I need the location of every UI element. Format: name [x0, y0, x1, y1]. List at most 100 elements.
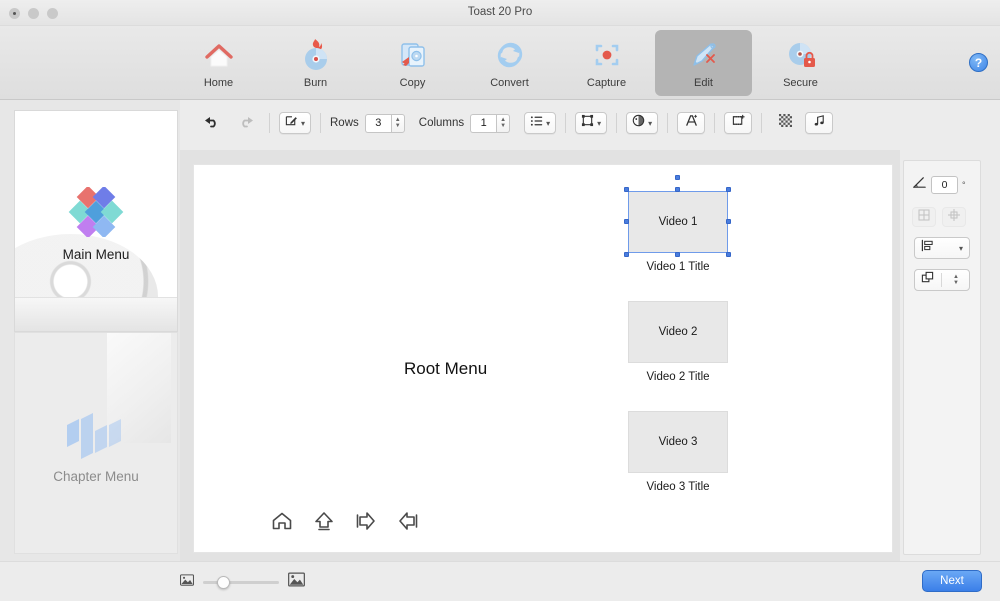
handle-rotation[interactable] — [675, 175, 680, 180]
handle-middle-right[interactable] — [726, 219, 731, 224]
handle-middle-left[interactable] — [624, 219, 629, 224]
edit-icon — [684, 35, 724, 75]
audio-button[interactable] — [805, 112, 833, 134]
toolbar-item-home[interactable]: Home — [170, 30, 267, 96]
video-caption-1[interactable]: Video 1 Title — [628, 261, 728, 273]
columns-stepper-arrows[interactable]: ▲▼ — [496, 114, 510, 133]
next-button[interactable]: Next — [922, 570, 982, 592]
menu-navigation-icons — [270, 509, 422, 535]
help-button[interactable]: ? — [969, 53, 988, 72]
video-item-1[interactable]: Video 1 Video 1 Title — [628, 191, 728, 273]
toolbar-item-capture[interactable]: Capture — [558, 30, 655, 96]
inspector-panel: 0 ° — [903, 160, 981, 555]
undo-button[interactable] — [198, 112, 226, 134]
text-format-icon — [685, 114, 698, 132]
menu-canvas[interactable]: Root Menu Video 1 — [193, 164, 893, 553]
align-dropdown[interactable]: ▾ — [914, 237, 970, 259]
rows-value[interactable]: 3 — [365, 114, 391, 133]
redo-button[interactable] — [232, 112, 260, 134]
burn-icon — [296, 35, 336, 75]
list-order-icon — [530, 114, 543, 132]
edit-toolbar: ▾ Rows 3 ▲▼ Columns 1 ▲▼ — [180, 100, 1000, 150]
handle-top-right[interactable] — [726, 187, 731, 192]
texture-icon — [779, 114, 792, 132]
toolbar-separator-6 — [714, 113, 715, 133]
palette-icon — [632, 114, 645, 132]
large-image-icon[interactable] — [288, 572, 305, 592]
edit-menu-button[interactable]: ▾ — [279, 112, 311, 134]
handle-top-left[interactable] — [624, 187, 629, 192]
align-grid-button[interactable] — [942, 207, 966, 227]
edit-pencil-box-icon — [285, 114, 298, 132]
toolbar-separator-1 — [269, 113, 270, 133]
distribute-grid-button[interactable] — [912, 207, 936, 227]
next-arrow-nav-icon[interactable] — [354, 509, 380, 535]
window-title: Toast 20 Pro — [0, 6, 1000, 18]
toolbar-label-burn: Burn — [304, 77, 327, 89]
distribute-controls — [904, 207, 980, 227]
video-thumbnail-2[interactable]: Video 2 — [628, 301, 728, 363]
chevron-down-icon: ▾ — [648, 119, 652, 128]
diamond-grid-logo — [59, 187, 133, 237]
frame-shape-icon — [581, 114, 594, 132]
zoom-control — [180, 572, 305, 592]
angle-control[interactable]: 0 ° — [904, 175, 980, 195]
add-media-frame-icon — [732, 114, 745, 132]
distribute-grid-icon — [918, 208, 930, 226]
toolbar-item-copy[interactable]: Copy — [364, 30, 461, 96]
home-icon — [199, 35, 239, 75]
toolbar-label-convert: Convert — [490, 77, 529, 89]
menu-sidebar: Main Menu Chapter Menu — [0, 100, 180, 561]
toolbar-item-burn[interactable]: Burn — [267, 30, 364, 96]
rows-stepper-arrows[interactable]: ▲▼ — [391, 114, 405, 133]
video-caption-3[interactable]: Video 3 Title — [628, 481, 728, 493]
title-bar: Toast 20 Pro — [0, 0, 1000, 26]
columns-value[interactable]: 1 — [470, 114, 496, 133]
texture-button[interactable] — [771, 112, 799, 134]
small-image-icon[interactable] — [180, 573, 194, 591]
layer-order-stepper[interactable]: ▲▼ — [914, 269, 970, 291]
music-note-icon — [813, 114, 826, 132]
toolbar-separator-2 — [320, 113, 321, 133]
toolbar-separator-5 — [667, 113, 668, 133]
previous-arrow-nav-icon[interactable] — [396, 509, 422, 535]
frame-shape-button[interactable]: ▾ — [575, 112, 607, 134]
root-menu-title[interactable]: Root Menu — [404, 359, 487, 379]
sidebar-label-main-menu: Main Menu — [15, 247, 177, 262]
columns-stepper[interactable]: 1 ▲▼ — [470, 114, 510, 133]
handle-bottom-right[interactable] — [726, 252, 731, 257]
text-format-button[interactable] — [677, 112, 705, 134]
toolbar-label-secure: Secure — [783, 77, 818, 89]
toolbar-item-convert[interactable]: Convert — [461, 30, 558, 96]
app-window: Toast 20 Pro Home — [0, 0, 1000, 601]
home-nav-icon[interactable] — [270, 509, 296, 535]
rows-label: Rows — [330, 117, 359, 129]
chevron-down-icon: ▾ — [301, 119, 305, 128]
rows-stepper[interactable]: 3 ▲▼ — [365, 114, 405, 133]
align-grid-icon — [948, 208, 960, 226]
handle-top-center[interactable] — [675, 187, 680, 192]
handle-bottom-left[interactable] — [624, 252, 629, 257]
palette-button[interactable]: ▾ — [626, 112, 658, 134]
zoom-slider-knob[interactable] — [217, 576, 230, 589]
sidebar-card-main-menu[interactable]: Main Menu — [14, 110, 178, 332]
video-item-2[interactable]: Video 2 Video 2 Title — [628, 301, 728, 383]
list-layout-button[interactable]: ▾ — [524, 112, 556, 134]
video-item-3[interactable]: Video 3 Video 3 Title — [628, 411, 728, 493]
toolbar-label-home: Home — [204, 77, 233, 89]
up-arrow-nav-icon[interactable] — [312, 509, 338, 535]
toolbar-separator-4 — [616, 113, 617, 133]
toolbar-item-edit[interactable]: Edit — [655, 30, 752, 96]
toolbar-separator-7 — [761, 113, 762, 133]
toolbar-label-capture: Capture — [587, 77, 626, 89]
sidebar-card-chapter-menu[interactable]: Chapter Menu — [14, 332, 178, 554]
selection-handles-video-1[interactable] — [624, 187, 732, 257]
zoom-slider[interactable] — [203, 581, 279, 584]
add-media-frame-button[interactable] — [724, 112, 752, 134]
video-caption-2[interactable]: Video 2 Title — [628, 371, 728, 383]
layer-stepper-arrows[interactable]: ▲▼ — [949, 271, 963, 290]
handle-bottom-center[interactable] — [675, 252, 680, 257]
video-thumbnail-3[interactable]: Video 3 — [628, 411, 728, 473]
toolbar-item-secure[interactable]: Secure — [752, 30, 849, 96]
angle-value-field[interactable]: 0 — [931, 176, 958, 194]
